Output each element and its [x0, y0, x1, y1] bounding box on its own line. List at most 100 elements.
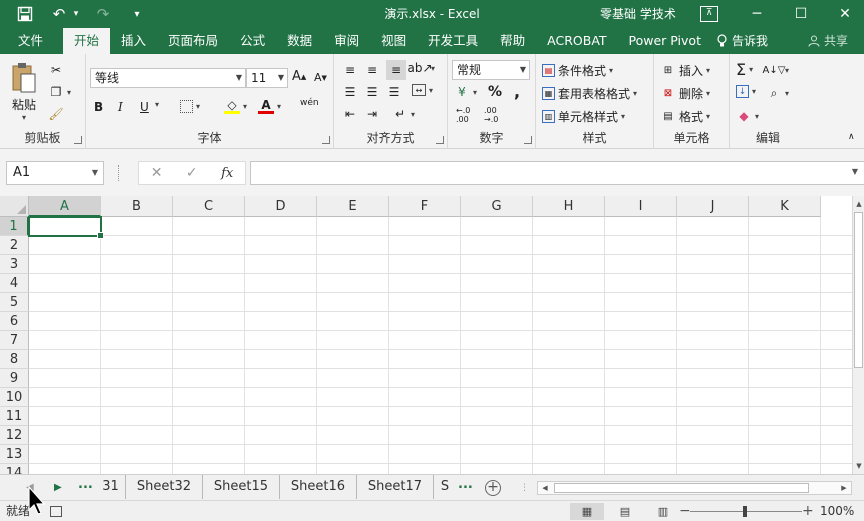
format-as-table-button[interactable]: ▦ 套用表格格式 ▾: [542, 85, 637, 102]
cell-styles-button[interactable]: ▥ 单元格样式 ▾: [542, 108, 625, 125]
decrease-font-button[interactable]: A ▼: [314, 71, 327, 84]
fill-color-button[interactable]: ◇ ▾: [224, 98, 247, 114]
underline-button[interactable]: U: [140, 100, 149, 114]
row-header-12[interactable]: 12: [0, 426, 29, 445]
font-color-button[interactable]: A ▾: [258, 98, 281, 114]
number-launcher-icon[interactable]: [524, 136, 532, 144]
column-header-b[interactable]: B: [101, 196, 173, 217]
expand-formula-icon[interactable]: ▼: [852, 167, 858, 176]
align-bottom-button[interactable]: ≡: [386, 60, 406, 80]
tab-power-pivot[interactable]: Power Pivot: [618, 28, 712, 54]
row-header-8[interactable]: 8: [0, 350, 29, 369]
more-sheets-left[interactable]: ...: [78, 475, 93, 499]
tab-page-layout[interactable]: 页面布局: [157, 28, 229, 54]
close-button[interactable]: ✕: [828, 0, 862, 28]
column-header-i[interactable]: I: [605, 196, 677, 217]
tab-review[interactable]: 审阅: [323, 28, 370, 54]
macro-record-icon[interactable]: [50, 506, 62, 517]
share-button[interactable]: 共享: [808, 28, 864, 54]
customize-qat-icon[interactable]: ▾: [126, 3, 148, 25]
cut-button[interactable]: ✂: [48, 62, 64, 78]
tab-split-handle[interactable]: ⋮: [520, 483, 529, 493]
vertical-scroll-thumb[interactable]: [854, 212, 863, 368]
zoom-in-button[interactable]: +: [802, 501, 814, 521]
column-header-g[interactable]: G: [461, 196, 533, 217]
align-center-button[interactable]: ☰: [364, 84, 380, 100]
column-header-c[interactable]: C: [173, 196, 245, 217]
percent-button[interactable]: %: [488, 84, 502, 100]
font-name-combo[interactable]: 等线 ▼: [90, 68, 246, 88]
phonetic-button[interactable]: wén: [300, 98, 319, 108]
enter-icon[interactable]: ✓: [186, 165, 198, 181]
comma-button[interactable]: ,: [514, 82, 520, 101]
scroll-down-icon[interactable]: ▼: [853, 460, 864, 472]
row-header-1[interactable]: 1: [0, 217, 29, 236]
normal-view-button[interactable]: ▦: [570, 503, 604, 520]
sheet-tab-partial-right[interactable]: S: [434, 475, 456, 499]
new-sheet-icon[interactable]: +: [485, 480, 501, 496]
row-header-10[interactable]: 10: [0, 388, 29, 407]
merge-center-button[interactable]: ↔ ▾: [412, 84, 433, 96]
tab-data[interactable]: 数据: [276, 28, 323, 54]
align-top-button[interactable]: ≡: [342, 62, 358, 78]
cell-area[interactable]: [29, 217, 852, 474]
row-header-3[interactable]: 3: [0, 255, 29, 274]
row-header-13[interactable]: 13: [0, 445, 29, 464]
find-select-button[interactable]: ⌕ ▾: [766, 85, 789, 101]
clipboard-launcher-icon[interactable]: [74, 136, 82, 144]
formula-bar-splitter[interactable]: [118, 165, 121, 181]
tab-acrobat[interactable]: ACROBAT: [536, 28, 617, 54]
save-icon[interactable]: [14, 3, 36, 25]
user-name[interactable]: 零基础 学技术: [600, 0, 676, 28]
alignment-launcher-icon[interactable]: [436, 136, 444, 144]
tab-help[interactable]: 帮助: [489, 28, 536, 54]
increase-indent-button[interactable]: ⇥: [364, 106, 380, 122]
conditional-formatting-button[interactable]: ▤ 条件格式 ▾: [542, 62, 613, 79]
zoom-out-button[interactable]: −: [679, 501, 691, 521]
row-header-9[interactable]: 9: [0, 369, 29, 388]
tab-formulas[interactable]: 公式: [229, 28, 276, 54]
italic-button[interactable]: I: [118, 100, 123, 114]
sheet-tab[interactable]: Sheet17: [357, 475, 434, 499]
sheet-tab[interactable]: Sheet15: [203, 475, 280, 499]
wrap-text-button[interactable]: ↵ ▾: [392, 106, 415, 122]
horizontal-scroll-thumb[interactable]: [554, 483, 809, 493]
format-painter-button[interactable]: 🖌: [48, 106, 64, 122]
undo-dropdown-icon[interactable]: ▾: [72, 3, 80, 25]
column-header-d[interactable]: D: [245, 196, 317, 217]
decrease-decimal-button[interactable]: .00 →.0: [484, 106, 498, 124]
column-header-e[interactable]: E: [317, 196, 389, 217]
row-header-4[interactable]: 4: [0, 274, 29, 293]
undo-icon[interactable]: ↶: [48, 3, 70, 25]
clear-button[interactable]: ◆ ▾: [736, 108, 759, 124]
row-header-14[interactable]: 14: [0, 464, 29, 474]
insert-cells-button[interactable]: ⊞ 插入 ▾: [660, 62, 710, 79]
sheet-tab-partial-left[interactable]: 31: [96, 475, 126, 499]
column-header-a[interactable]: A: [29, 196, 101, 217]
column-header-f[interactable]: F: [389, 196, 461, 217]
next-sheet-icon[interactable]: ▶: [54, 475, 62, 501]
paste-dropdown-icon[interactable]: ▾: [22, 113, 26, 122]
increase-decimal-button[interactable]: ←.0.00: [456, 106, 470, 124]
page-break-view-button[interactable]: ▥: [646, 503, 680, 520]
more-sheets-right[interactable]: ...: [458, 475, 473, 499]
select-all-button[interactable]: [0, 196, 29, 217]
row-header-7[interactable]: 7: [0, 331, 29, 350]
formula-input[interactable]: ▼: [250, 161, 864, 185]
name-box[interactable]: A1 ▼: [6, 161, 104, 185]
orientation-button[interactable]: ab↗ ▾: [407, 60, 435, 76]
accounting-format-button[interactable]: ¥ ▾: [454, 84, 477, 100]
scroll-left-icon[interactable]: ◀: [538, 482, 552, 494]
borders-button[interactable]: ▾: [180, 100, 200, 113]
align-left-button[interactable]: ☰: [342, 84, 358, 100]
align-middle-button[interactable]: ≡: [364, 62, 380, 78]
active-cell[interactable]: [28, 216, 104, 239]
number-format-combo[interactable]: 常规 ▼: [452, 60, 530, 80]
page-layout-view-button[interactable]: ▤: [608, 503, 642, 520]
sheet-tab[interactable]: Sheet32: [126, 475, 203, 499]
row-header-2[interactable]: 2: [0, 236, 29, 255]
scroll-up-icon[interactable]: ▲: [853, 198, 864, 210]
decrease-indent-button[interactable]: ⇤: [342, 106, 358, 122]
vertical-scrollbar[interactable]: ▲ ▼: [852, 196, 864, 474]
redo-icon[interactable]: ↷: [92, 3, 114, 25]
